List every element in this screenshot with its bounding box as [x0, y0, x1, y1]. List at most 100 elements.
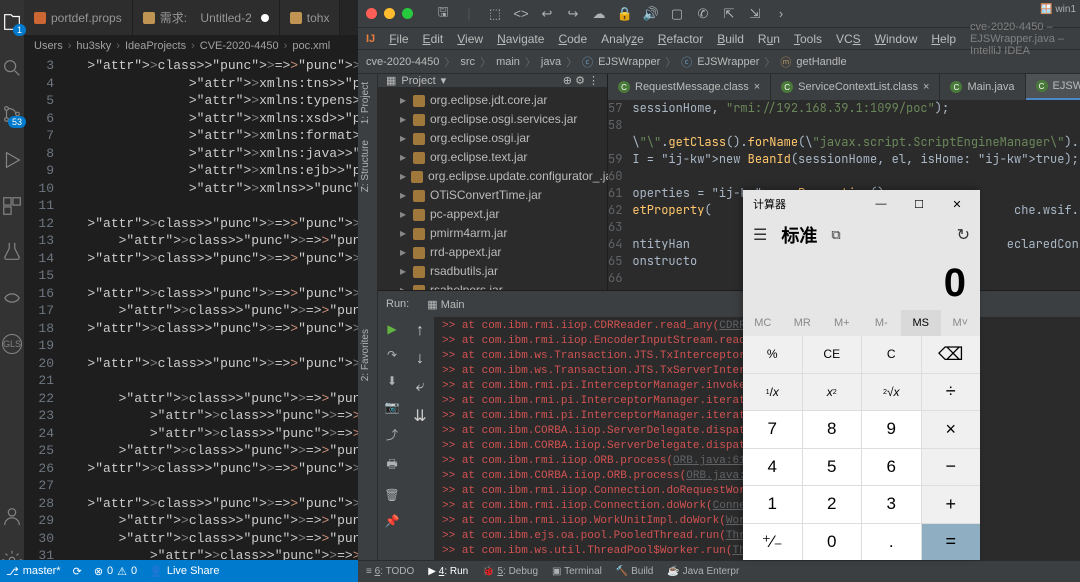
hamburger-icon[interactable]: ☰: [753, 225, 767, 245]
on-top-icon[interactable]: ⧉: [831, 227, 840, 243]
account-icon[interactable]: [0, 504, 24, 528]
bc-seg[interactable]: hu3sky: [76, 40, 111, 52]
tree-item[interactable]: ▸org.eclipse.text.jar: [378, 148, 607, 167]
cloud-icon[interactable]: ☁: [591, 6, 607, 22]
more-icon[interactable]: ›: [773, 6, 789, 22]
explorer-icon[interactable]: 1: [0, 10, 24, 34]
tree-item[interactable]: ▸org.eclipse.update.configurator_.jar: [378, 167, 607, 186]
menu-vcs[interactable]: VCS: [836, 32, 861, 46]
tab-untitled[interactable]: 需求: Untitled-2: [133, 0, 280, 35]
nav-seg[interactable]: src: [460, 56, 475, 68]
tool-debug[interactable]: 🐞 5: Debug: [482, 566, 538, 577]
share-icon[interactable]: ⇱: [721, 6, 737, 22]
calc-key-3[interactable]: 3: [862, 486, 921, 523]
export-icon[interactable]: ⇲: [747, 6, 763, 22]
camera-icon[interactable]: 📷: [385, 400, 400, 414]
bc-seg[interactable]: poc.xml: [292, 40, 330, 52]
calc-key-6[interactable]: 6: [862, 449, 921, 486]
nav-seg[interactable]: EJSWrapper: [697, 56, 759, 68]
history-icon[interactable]: ↻: [957, 225, 970, 245]
calc-key-¹⁄ₓ[interactable]: 1/x: [743, 374, 802, 411]
mac-min-icon[interactable]: [384, 8, 395, 19]
gitlens-icon[interactable]: GLS: [0, 332, 24, 356]
scroll-icon[interactable]: ⇊: [413, 406, 426, 426]
calc-key-.[interactable]: .: [862, 524, 921, 561]
nav-seg[interactable]: EJSWrapper: [598, 56, 660, 68]
tool-todo[interactable]: ≡ 6: TODO: [366, 566, 414, 577]
close-icon[interactable]: ×: [754, 81, 760, 93]
calc-key-%[interactable]: %: [743, 336, 802, 373]
menu-navigate[interactable]: Navigate: [497, 32, 544, 46]
mac-max-icon[interactable]: [402, 8, 413, 19]
tree-item[interactable]: ▸rsadbutils.jar: [378, 262, 607, 281]
lock-icon[interactable]: 🔒: [617, 6, 633, 22]
code-icon[interactable]: <>: [513, 6, 529, 22]
run-config[interactable]: Main: [441, 299, 465, 311]
nav-seg[interactable]: java: [541, 56, 561, 68]
up-icon[interactable]: ↑: [416, 322, 424, 340]
tree-item[interactable]: ▸pc-appext.jar: [378, 205, 607, 224]
menu-help[interactable]: Help: [931, 32, 956, 46]
calc-key-0[interactable]: 0: [803, 524, 862, 561]
calc-key-×[interactable]: ×: [922, 411, 981, 448]
tab-ejswrapper[interactable]: CEJSWrapper.java: [1026, 74, 1080, 100]
branch-status[interactable]: ⎇ master*: [6, 565, 61, 578]
pin-icon[interactable]: 📌: [385, 514, 400, 528]
mem-mc[interactable]: MC: [743, 310, 783, 336]
close-icon[interactable]: ✕: [938, 190, 976, 218]
tab-requestmessage[interactable]: CRequestMessage.class×: [608, 74, 771, 100]
video-icon[interactable]: ▢: [669, 6, 685, 22]
menu-run[interactable]: Run: [758, 32, 780, 46]
bc-seg[interactable]: IdeaProjects: [125, 40, 186, 52]
tree-item[interactable]: ▸org.eclipse.jdt.core.jar: [378, 91, 607, 110]
calc-key-+[interactable]: +: [922, 486, 981, 523]
calc-key-÷[interactable]: ÷: [922, 374, 981, 411]
calc-key-⌫[interactable]: ⌫: [922, 336, 981, 373]
mem-mplus[interactable]: M+: [822, 310, 862, 336]
calc-key-4[interactable]: 4: [743, 449, 802, 486]
audio-icon[interactable]: 🔊: [643, 6, 659, 22]
tree-item[interactable]: ▸rrd-appext.jar: [378, 243, 607, 262]
stop-icon[interactable]: ↷: [387, 348, 397, 362]
vtab-favorites[interactable]: 2: Favorites: [358, 321, 373, 389]
mem-ms[interactable]: MS: [901, 310, 941, 336]
tree-item[interactable]: ▸OTiSConvertTime.jar: [378, 186, 607, 205]
calc-key-x²[interactable]: x2: [803, 374, 862, 411]
select-icon[interactable]: ⬚: [487, 6, 503, 22]
menu-analyze[interactable]: Analyze: [601, 32, 644, 46]
tool-terminal[interactable]: ▣ Terminal: [552, 566, 602, 577]
mem-mminus[interactable]: M-: [862, 310, 902, 336]
bc-seg[interactable]: CVE-2020-4450: [200, 40, 279, 52]
calc-key-C[interactable]: C: [862, 336, 921, 373]
calc-key-−[interactable]: −: [922, 449, 981, 486]
calc-key-CE[interactable]: CE: [803, 336, 862, 373]
calc-key-²√x[interactable]: 2√x: [862, 374, 921, 411]
tree-item[interactable]: ▸org.eclipse.osgi.jar: [378, 129, 607, 148]
calc-key-8[interactable]: 8: [803, 411, 862, 448]
tool-build[interactable]: 🔨 Build: [616, 566, 653, 577]
nav-seg[interactable]: getHandle: [796, 56, 846, 68]
minimize-icon[interactable]: —: [862, 190, 900, 218]
tab-main[interactable]: CMain.java: [940, 74, 1025, 100]
mem-mlist[interactable]: M˅: [941, 310, 981, 336]
trash-icon[interactable]: 🗑: [384, 488, 399, 502]
calc-key-2[interactable]: 2: [803, 486, 862, 523]
tool-run[interactable]: ▶ 4: Run: [428, 566, 468, 577]
scm-icon[interactable]: 53: [0, 102, 24, 126]
remote-icon[interactable]: [0, 286, 24, 310]
vtab-structure[interactable]: Z: Structure: [358, 132, 373, 200]
bc-seg[interactable]: Users: [34, 40, 63, 52]
print-icon[interactable]: 🖶: [386, 455, 397, 476]
vtab-project[interactable]: 1: Project: [358, 74, 373, 132]
calc-key-⁺⁄₋[interactable]: ⁺⁄₋: [743, 524, 802, 561]
menu-tools[interactable]: Tools: [794, 32, 822, 46]
tab-tohx[interactable]: tohx: [280, 0, 341, 35]
menu-edit[interactable]: Edit: [423, 32, 444, 46]
tree-item[interactable]: ▸rsahelpers.jar: [378, 281, 607, 290]
liveshare-status[interactable]: 👤 Live Share: [149, 565, 219, 578]
wrap-icon[interactable]: ⤶: [416, 378, 425, 396]
menu-file[interactable]: File: [389, 32, 408, 46]
mac-close-icon[interactable]: [366, 8, 377, 19]
nav-seg[interactable]: cve-2020-4450: [366, 56, 439, 68]
menu-window[interactable]: Window: [875, 32, 918, 46]
